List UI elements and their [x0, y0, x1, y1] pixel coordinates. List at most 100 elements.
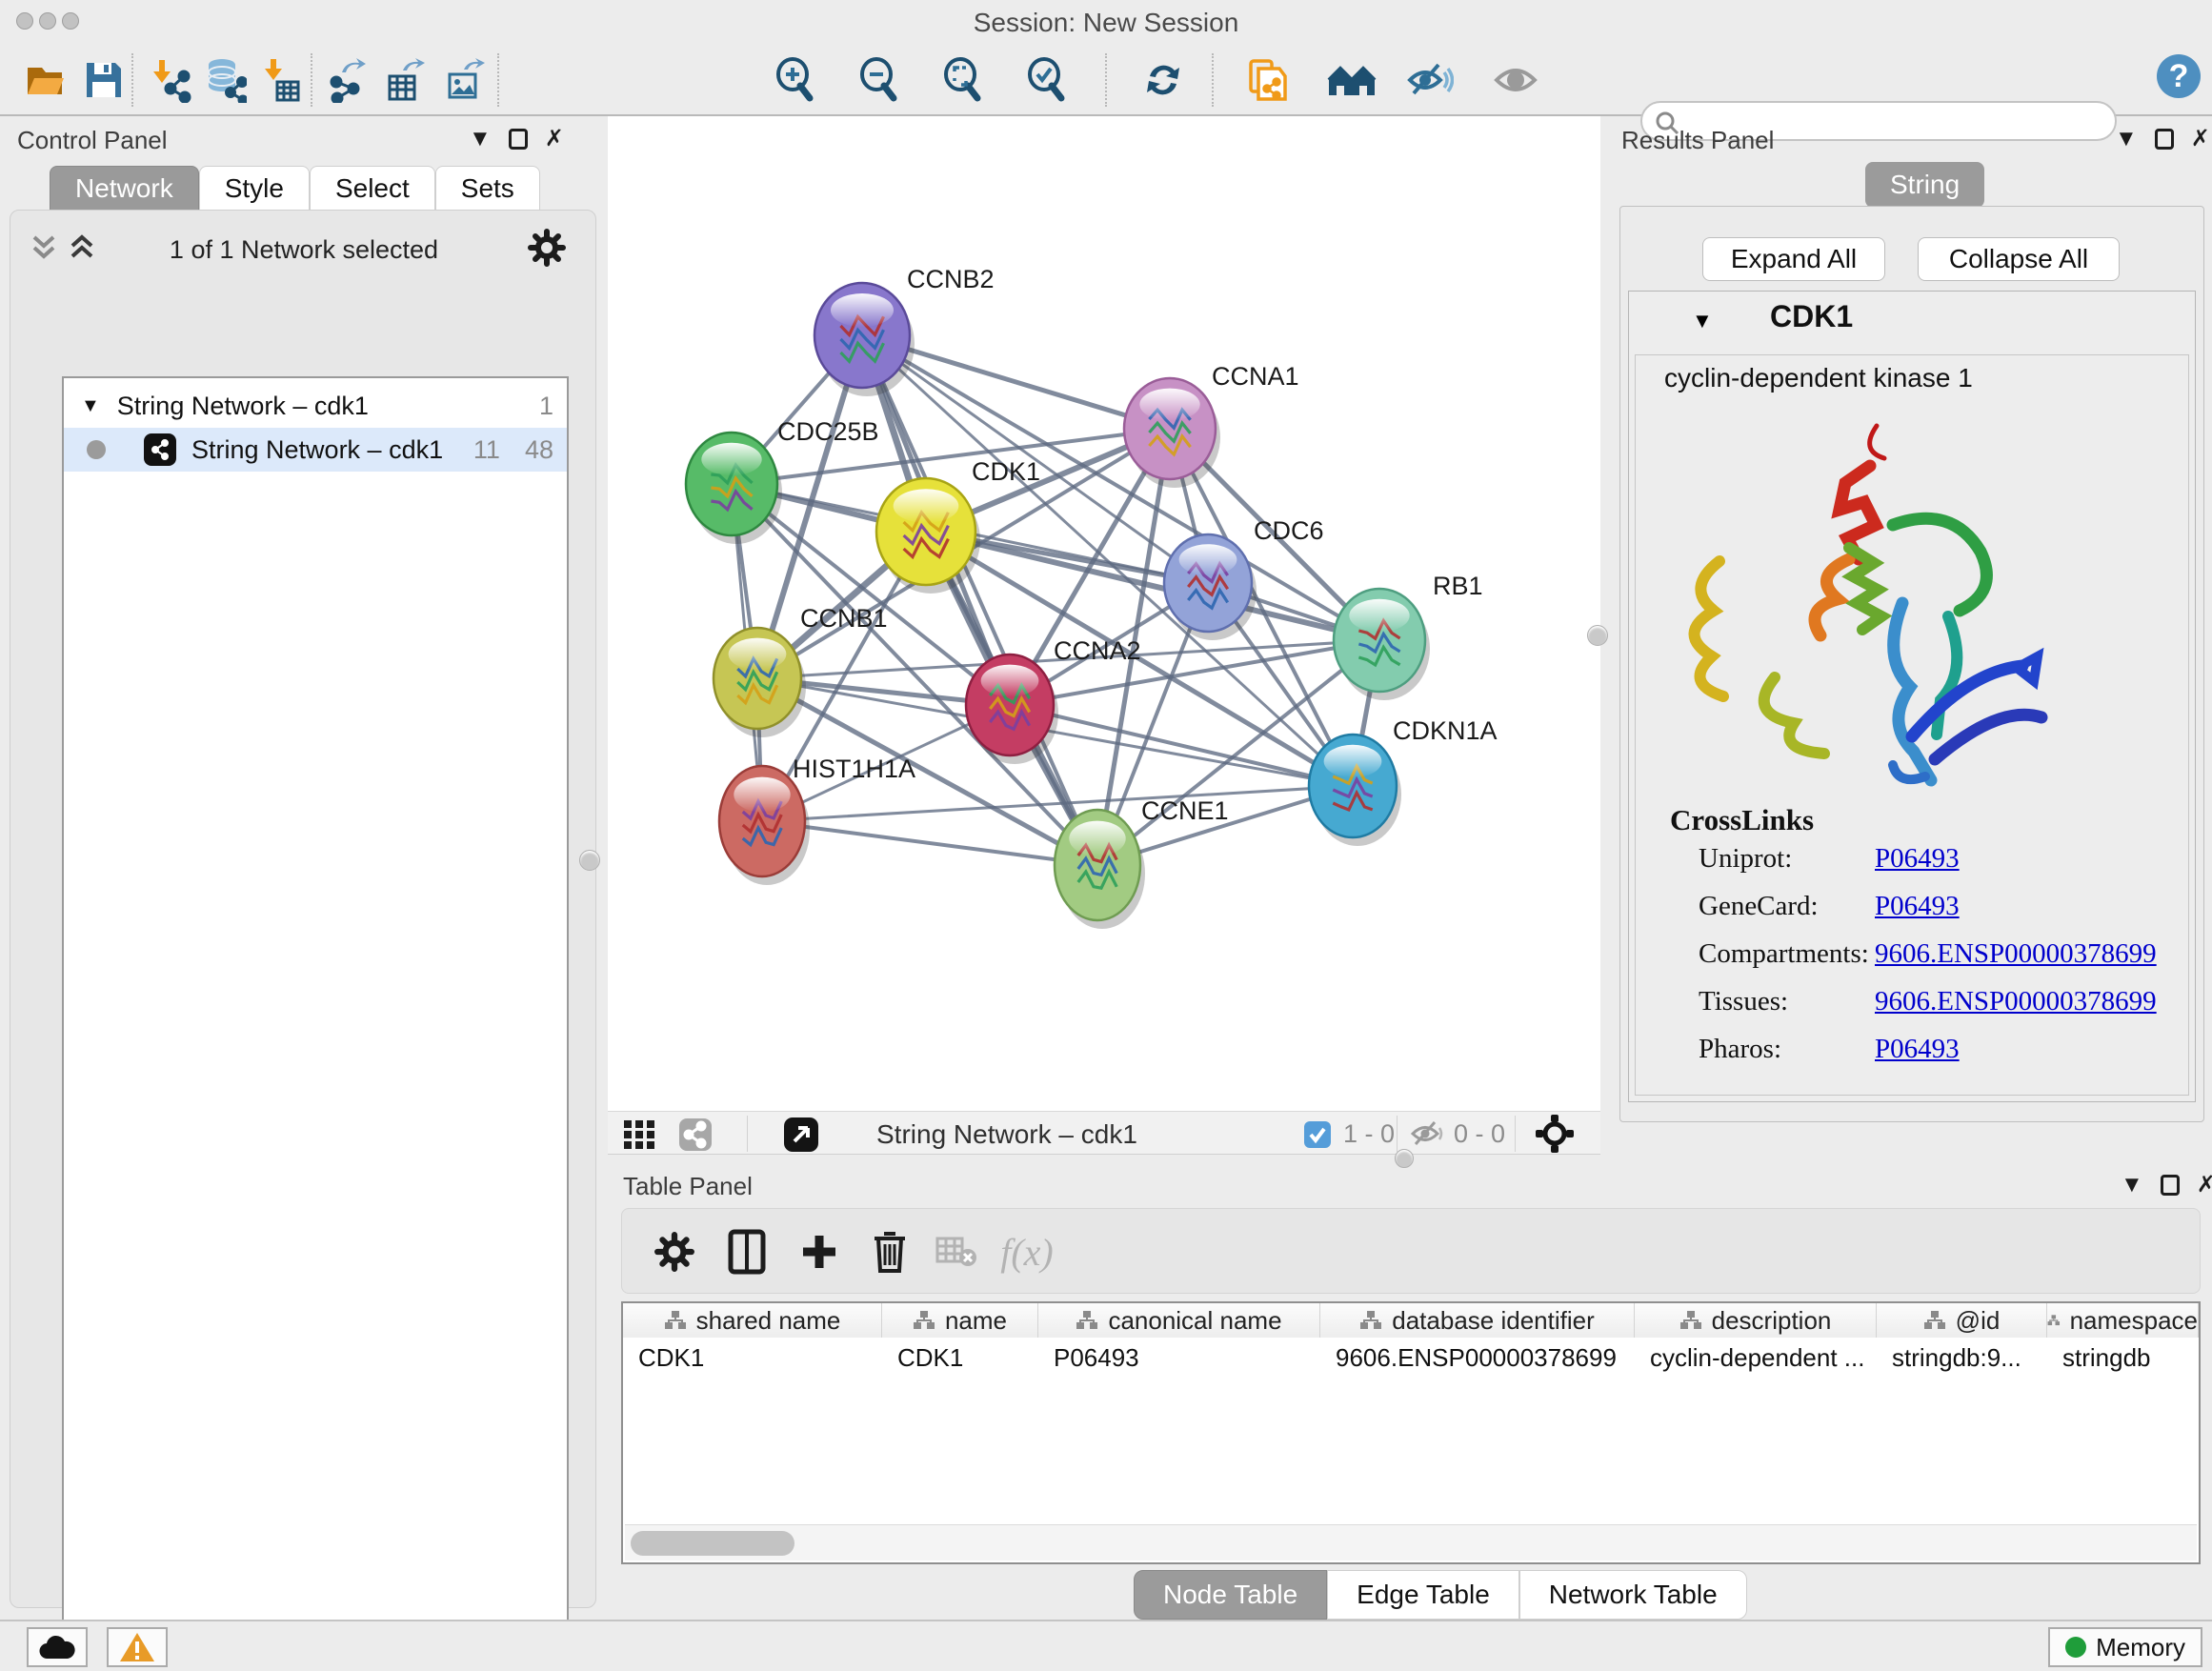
collapse-all-button[interactable]: Collapse All [1918, 237, 2120, 281]
help-button[interactable]: ? [2151, 48, 2206, 105]
tab-network[interactable]: Network [50, 166, 199, 211]
column-header-label: name [945, 1306, 1007, 1336]
graph-node-CCNA1[interactable] [1124, 378, 1220, 488]
table-cell[interactable]: cyclin-dependent ... [1635, 1338, 1877, 1378]
apply-layout-button[interactable] [1136, 51, 1191, 109]
graph-node-CDKN1A[interactable] [1309, 735, 1401, 846]
crosslink-value-link[interactable]: P06493 [1875, 843, 1960, 875]
network-view-mode-icon[interactable] [678, 1117, 713, 1152]
delete-columns-button[interactable] [862, 1224, 917, 1279]
column-type-icon [1076, 1310, 1098, 1331]
panel-close-icon[interactable]: ✗ [545, 128, 564, 151]
panel-float-icon[interactable] [2161, 1175, 2180, 1196]
graph-node-CCNE1[interactable] [1055, 810, 1145, 929]
network-row-selected[interactable]: String Network – cdk1 11 48 [64, 428, 567, 472]
clone-network-button[interactable] [1240, 51, 1296, 109]
grid-view-icon[interactable] [623, 1119, 661, 1150]
export-network-button[interactable] [320, 51, 375, 109]
delete-table-button-disabled [929, 1224, 984, 1279]
birdseye-view-icon[interactable] [783, 1117, 819, 1153]
expand-all-button[interactable]: Expand All [1702, 237, 1885, 281]
panel-close-icon[interactable]: ✗ [2191, 128, 2210, 151]
show-columns-button[interactable] [719, 1224, 774, 1279]
hide-unhide-button[interactable] [1402, 51, 1458, 109]
show-graphics-button[interactable] [1488, 51, 1543, 109]
delete-table-icon [935, 1235, 977, 1269]
panel-collapse-icon[interactable]: ▼ [2115, 128, 2138, 151]
gene-expander-icon[interactable]: ▼ [1692, 309, 1713, 333]
collection-expander-icon[interactable]: ▼ [81, 395, 100, 417]
panel-collapse-icon[interactable]: ▼ [469, 128, 492, 151]
table-cell[interactable]: CDK1 [882, 1338, 1038, 1378]
export-table-button[interactable] [379, 51, 434, 109]
table-horizontal-scrollbar[interactable] [625, 1524, 2197, 1560]
column-header-4[interactable]: description [1635, 1303, 1877, 1338]
table-cell[interactable]: CDK1 [623, 1338, 882, 1378]
memory-button[interactable]: Memory [2048, 1627, 2202, 1667]
tab-select[interactable]: Select [310, 166, 435, 211]
zoom-in-button[interactable] [768, 51, 823, 109]
crosslink-value-link[interactable]: P06493 [1875, 891, 1960, 922]
tab-string[interactable]: String [1865, 162, 1984, 208]
graph-node-CCNB2[interactable] [814, 283, 915, 396]
network-canvas[interactable]: CCNB2CCNA1CDC25BCDK1CDC6RB1CCNB1CCNA2CDK… [608, 116, 1600, 1111]
tab-edge-table[interactable]: Edge Table [1327, 1570, 1519, 1620]
open-session-button[interactable] [17, 51, 72, 109]
table-cell[interactable]: 9606.ENSP00000378699 [1320, 1338, 1635, 1378]
graph-node-RB1[interactable] [1334, 589, 1430, 700]
gene-details-box: cyclin-dependent kinase 1 [1635, 354, 2189, 1096]
import-table-button[interactable] [251, 51, 307, 109]
panel-close-icon[interactable]: ✗ [2197, 1174, 2212, 1197]
graph-node-HIST1H1A[interactable] [719, 766, 810, 885]
column-header-3[interactable]: database identifier [1320, 1303, 1635, 1338]
import-network-file-button[interactable] [141, 51, 196, 109]
column-header-0[interactable]: shared name [623, 1303, 882, 1338]
left-splitter-handle[interactable] [579, 850, 600, 871]
open-folder-icon [23, 58, 67, 102]
tab-network-table[interactable]: Network Table [1519, 1570, 1747, 1620]
cloud-status-button[interactable] [27, 1627, 88, 1667]
tab-style[interactable]: Style [199, 166, 310, 211]
table-options-button[interactable] [647, 1224, 702, 1279]
crosslink-value-link[interactable]: P06493 [1875, 1034, 1960, 1065]
zoom-fit-button[interactable] [935, 51, 991, 109]
crosslink-value-link[interactable]: 9606.ENSP00000378699 [1875, 986, 2157, 1017]
pan-crosshair-icon[interactable] [1536, 1115, 1574, 1153]
panel-float-icon[interactable] [509, 129, 528, 150]
column-header-1[interactable]: name [882, 1303, 1038, 1338]
zoom-out-button[interactable] [852, 51, 907, 109]
crosslink-row: Pharos:P06493 [1699, 1034, 2175, 1065]
network-options-gear-icon[interactable] [527, 228, 567, 268]
save-session-button[interactable] [76, 51, 131, 109]
export-image-button[interactable] [438, 51, 493, 109]
column-header-5[interactable]: @id [1877, 1303, 2047, 1338]
selected-checkbox-icon[interactable] [1303, 1120, 1332, 1149]
create-column-button[interactable] [792, 1224, 847, 1279]
graph-node-label-CCNE1: CCNE1 [1141, 796, 1229, 825]
column-header-6[interactable]: namespace [2047, 1303, 2199, 1338]
tab-sets[interactable]: Sets [435, 166, 540, 211]
home-button[interactable] [1324, 51, 1379, 109]
graph-node-CDK1[interactable] [876, 478, 980, 594]
network-collection-row[interactable]: ▼ String Network – cdk1 1 [64, 384, 567, 428]
column-type-icon [2047, 1310, 2061, 1331]
column-header-2[interactable]: canonical name [1038, 1303, 1320, 1338]
panel-collapse-icon[interactable]: ▼ [2121, 1174, 2143, 1197]
import-network-database-button[interactable] [196, 51, 251, 109]
warnings-button[interactable] [107, 1627, 168, 1667]
crosslink-value-link[interactable]: 9606.ENSP00000378699 [1875, 938, 2157, 970]
network-status-dot [87, 440, 106, 459]
crosslink-label: Uniprot: [1699, 843, 1875, 875]
table-cell[interactable]: stringdb:9... [1877, 1338, 2047, 1378]
graph-node-CCNA2[interactable] [966, 654, 1058, 764]
tab-node-table[interactable]: Node Table [1134, 1570, 1327, 1620]
panel-float-icon[interactable] [2155, 129, 2174, 150]
network-graph[interactable]: CCNB2CCNA1CDC25BCDK1CDC6RB1CCNB1CCNA2CDK… [608, 116, 1600, 1111]
table-cell[interactable]: P06493 [1038, 1338, 1320, 1378]
graph-node-CDC25B[interactable] [686, 433, 782, 544]
node-table[interactable]: shared name name canonical namedatabase id… [621, 1301, 2201, 1564]
table-cell[interactable]: stringdb [2047, 1338, 2199, 1378]
network-name: String Network – cdk1 [191, 435, 443, 465]
scrollbar-thumb[interactable] [631, 1531, 794, 1556]
zoom-selected-button[interactable] [1019, 51, 1075, 109]
